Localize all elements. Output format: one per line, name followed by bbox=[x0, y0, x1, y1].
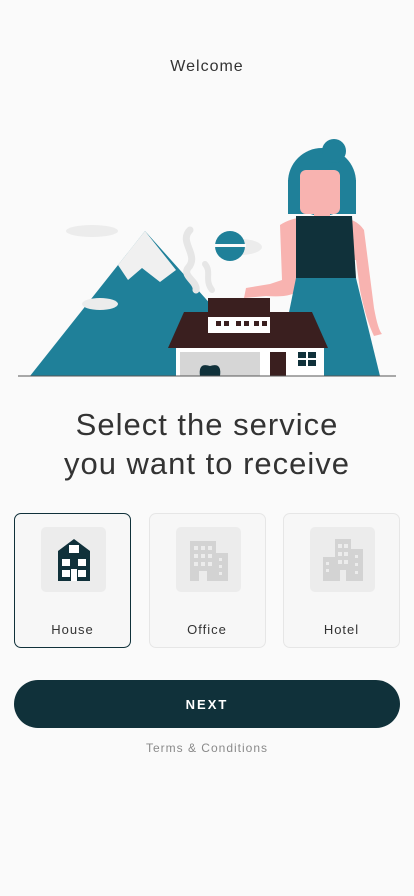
service-option-label: Office bbox=[187, 622, 227, 637]
next-button[interactable]: NEXT bbox=[14, 680, 400, 728]
service-option-label: House bbox=[51, 622, 94, 637]
house-icon bbox=[41, 527, 106, 592]
hero-illustration bbox=[18, 139, 396, 377]
service-options: House Office Hotel bbox=[14, 513, 400, 650]
service-option-label: Hotel bbox=[323, 622, 360, 637]
office-building-icon bbox=[175, 527, 241, 592]
service-option-hotel[interactable]: Hotel bbox=[283, 513, 400, 648]
page-title: Welcome bbox=[170, 58, 244, 75]
headline-line-2: you want to receive bbox=[63, 446, 351, 481]
hotel-building-icon bbox=[310, 527, 375, 592]
headline-line-1: Select the service bbox=[75, 407, 339, 442]
service-option-office[interactable]: Office bbox=[148, 513, 266, 648]
headline: Select the service you want to receive bbox=[0, 405, 414, 483]
terms-link[interactable]: Terms & Conditions bbox=[0, 741, 414, 755]
service-option-house[interactable]: House bbox=[14, 513, 131, 648]
